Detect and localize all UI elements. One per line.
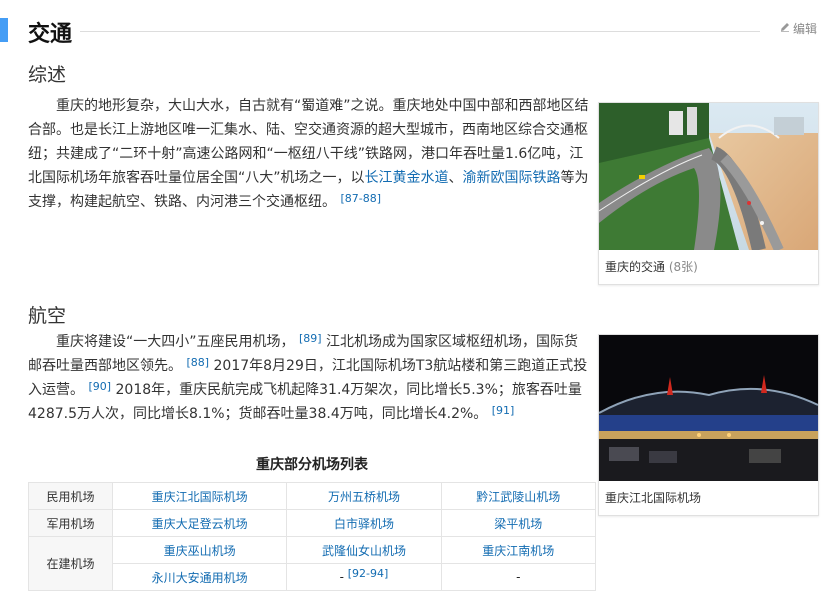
airport-link[interactable]: 黔江武陵山机场 <box>476 490 560 504</box>
row-header-construction: 在建机场 <box>28 536 113 591</box>
airport-link[interactable]: 白市驿机场 <box>334 517 394 531</box>
table-cell: 黔江武陵山机场 <box>440 482 597 510</box>
pencil-icon <box>779 21 791 36</box>
citation-ref[interactable]: [92-94] <box>348 567 389 580</box>
table-cell: 白市驿机场 <box>286 509 442 537</box>
traffic-figure[interactable]: 重庆的交通 (8张) <box>598 102 819 285</box>
overview-heading: 综述 <box>28 64 67 86</box>
table-row: 永川大安通用机场 - [92-94] - <box>29 563 597 591</box>
section-accent-bar <box>0 18 8 42</box>
overview-paragraph: 重庆的地形复杂，大山大水，自古就有“蜀道难”之说。重庆地处中国中部和西部地区结合… <box>28 94 590 214</box>
link-yangtze-waterway[interactable]: 长江黄金水道 <box>365 170 449 186</box>
edit-button[interactable]: 编辑 <box>779 20 817 37</box>
table-cell: - [92-94] <box>286 563 442 591</box>
separator: 、 <box>448 170 463 186</box>
row-header-military: 军用机场 <box>28 509 113 537</box>
table-row: 在建机场 重庆巫山机场 武隆仙女山机场 重庆江南机场 <box>28 536 597 591</box>
aviation-paragraph: 重庆将建设“一大四小”五座民用机场， [89] 江北机场成为国家区域枢纽机场，国… <box>28 332 588 422</box>
airport-table-title: 重庆部分机场列表 <box>256 457 368 473</box>
aviation-heading: 航空 <box>28 305 67 327</box>
table-cell: - <box>440 563 597 591</box>
airport-link[interactable]: 重庆巫山机场 <box>164 544 236 558</box>
table-cell: 万州五桥机场 <box>286 482 442 510</box>
airport-figure-caption: 重庆江北国际机场 <box>605 491 702 505</box>
airport-link[interactable]: 武隆仙女山机场 <box>322 544 406 558</box>
citation-ref[interactable]: [87-88] <box>340 192 381 205</box>
table-cell: 武隆仙女山机场 <box>286 536 442 564</box>
link-yuxinou-railway[interactable]: 渝新欧国际铁路 <box>463 170 561 186</box>
citation-ref[interactable]: [88] <box>186 356 209 369</box>
airport-photo <box>599 335 818 481</box>
table-cell: 重庆大足登云机场 <box>111 509 288 537</box>
citation-ref[interactable]: [89] <box>299 332 322 345</box>
airport-link[interactable]: 梁平机场 <box>494 517 542 531</box>
airport-link[interactable]: 重庆江南机场 <box>482 544 554 558</box>
airport-figure[interactable]: 重庆江北国际机场 <box>598 334 819 516</box>
table-cell: 永川大安通用机场 <box>111 563 288 591</box>
section-title: 交通 <box>28 22 73 47</box>
airport-link[interactable]: 重庆大足登云机场 <box>152 517 248 531</box>
edit-label: 编辑 <box>793 22 818 36</box>
citation-ref[interactable]: [91] <box>492 404 515 417</box>
traffic-photo <box>599 103 818 250</box>
table-row: 民用机场 重庆江北国际机场 万州五桥机场 黔江武陵山机场 <box>28 482 597 510</box>
section-divider <box>80 31 760 32</box>
airport-table: 民用机场 重庆江北国际机场 万州五桥机场 黔江武陵山机场 军用机场 重庆大足登云… <box>28 482 597 591</box>
row-header-civil: 民用机场 <box>28 482 113 510</box>
citation-ref[interactable]: [90] <box>88 380 111 393</box>
table-cell: 重庆江北国际机场 <box>111 482 288 510</box>
table-cell: 梁平机场 <box>440 509 597 537</box>
airport-link[interactable]: 重庆江北国际机场 <box>152 490 248 504</box>
traffic-figure-caption: 重庆的交通 (8张) <box>605 260 698 274</box>
table-row: 军用机场 重庆大足登云机场 白市驿机场 梁平机场 <box>28 509 597 537</box>
airport-link[interactable]: 永川大安通用机场 <box>152 571 248 585</box>
table-cell: 重庆巫山机场 <box>111 536 288 564</box>
empty-dash: - <box>339 570 344 584</box>
airport-link[interactable]: 万州五桥机场 <box>328 490 400 504</box>
table-cell: 重庆江南机场 <box>440 536 597 564</box>
empty-dash: - <box>516 570 521 584</box>
